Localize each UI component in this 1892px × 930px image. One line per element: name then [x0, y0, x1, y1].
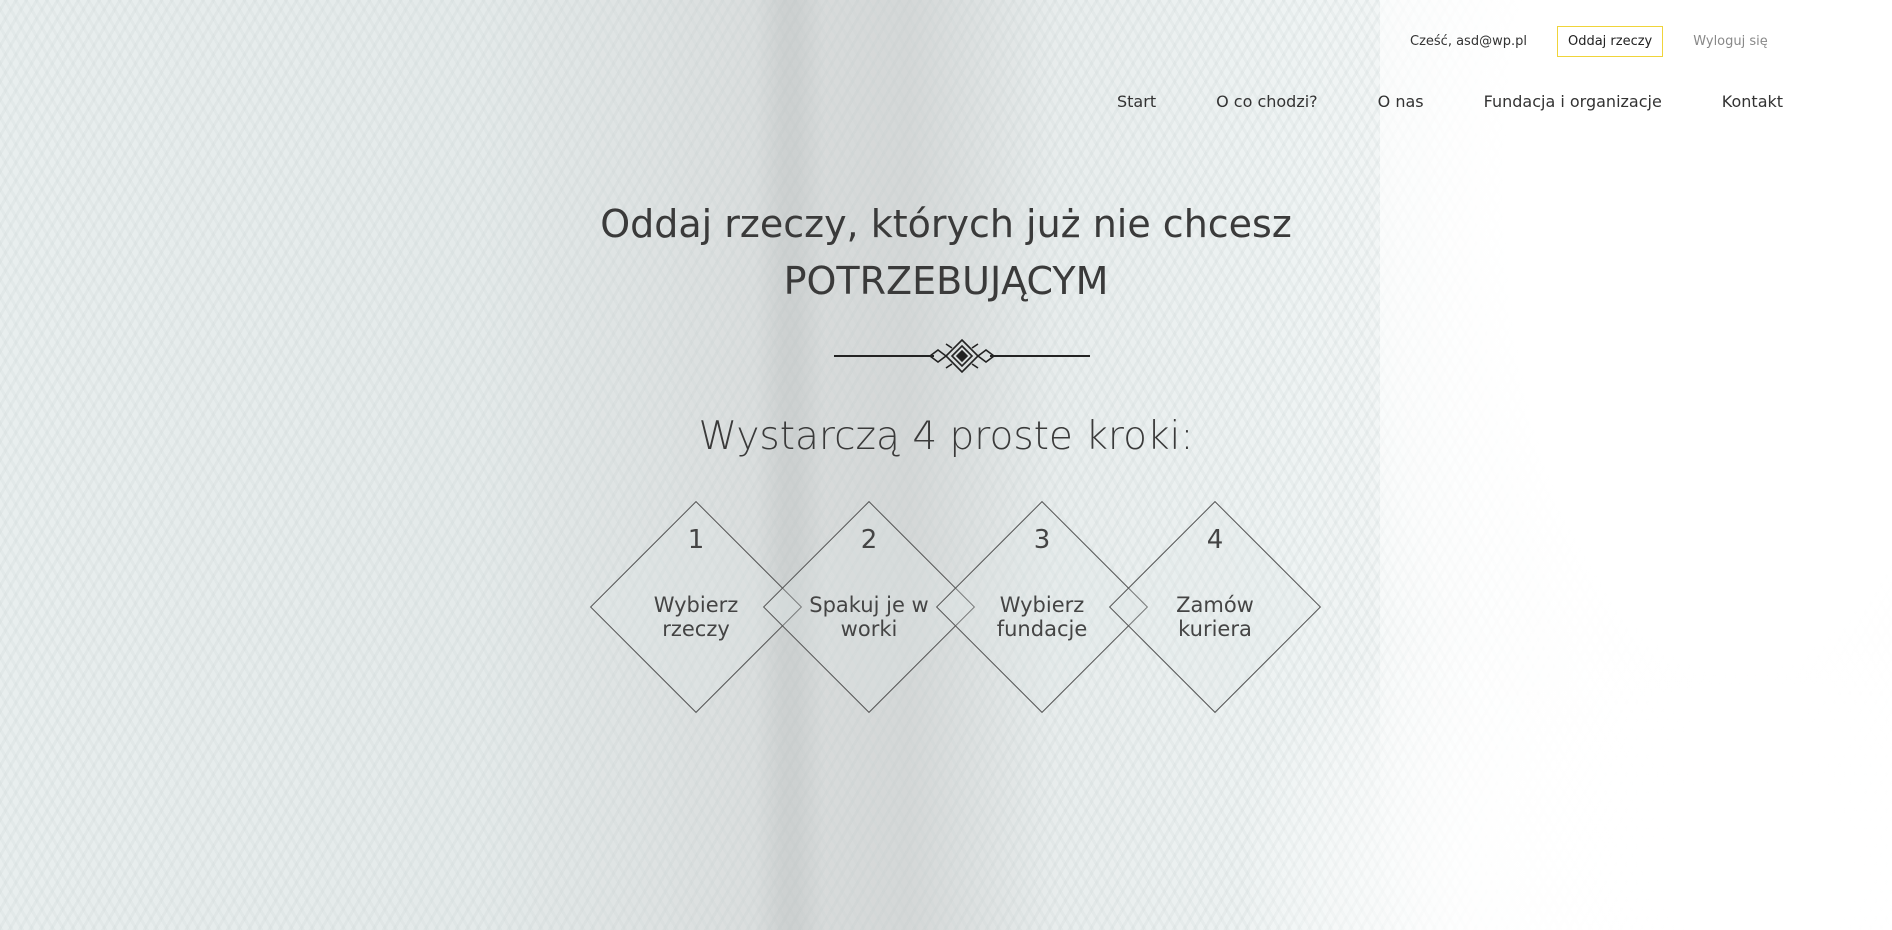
- user-greeting: Cześć, asd@wp.pl: [1410, 34, 1527, 49]
- steps-title: Wystarczą 4 proste kroki:: [698, 414, 1194, 459]
- hero-title-line1: Oddaj rzeczy, których już nie chcesz: [600, 202, 1292, 246]
- nav-item-foundations[interactable]: Fundacja i organizacje: [1484, 92, 1662, 111]
- step-4: 4 Zamów kuriera: [1108, 500, 1322, 714]
- step-label: Spakuj je w worki: [809, 593, 929, 641]
- logout-link[interactable]: Wyloguj się: [1693, 34, 1768, 49]
- ornament-divider-icon: [834, 338, 1090, 374]
- nav-item-about-idea[interactable]: O co chodzi?: [1216, 92, 1318, 111]
- hero-title: Oddaj rzeczy, których już nie chcesz POT…: [0, 196, 1892, 310]
- step-number: 4: [1206, 525, 1224, 555]
- nav-item-about-us[interactable]: O nas: [1378, 92, 1424, 111]
- step-label: Zamów kuriera: [1176, 593, 1254, 641]
- step-label: Wybierz fundacje: [996, 593, 1088, 641]
- page: Cześć, asd@wp.pl Oddaj rzeczy Wyloguj si…: [0, 0, 1892, 930]
- background-stripe: [755, 0, 825, 930]
- give-items-button[interactable]: Oddaj rzeczy: [1556, 26, 1664, 57]
- nav-item-start[interactable]: Start: [1117, 92, 1156, 111]
- background-fade-bottom: [1250, 560, 1892, 930]
- nav-item-contact[interactable]: Kontakt: [1722, 92, 1783, 111]
- step-label: Wybierz rzeczy: [653, 593, 739, 641]
- user-bar: Cześć, asd@wp.pl Oddaj rzeczy Wyloguj si…: [1410, 26, 1768, 57]
- hero-title-line2: POTRZEBUJĄCYM: [783, 259, 1109, 303]
- main-nav: Start O co chodzi? O nas Fundacja i orga…: [1117, 92, 1783, 111]
